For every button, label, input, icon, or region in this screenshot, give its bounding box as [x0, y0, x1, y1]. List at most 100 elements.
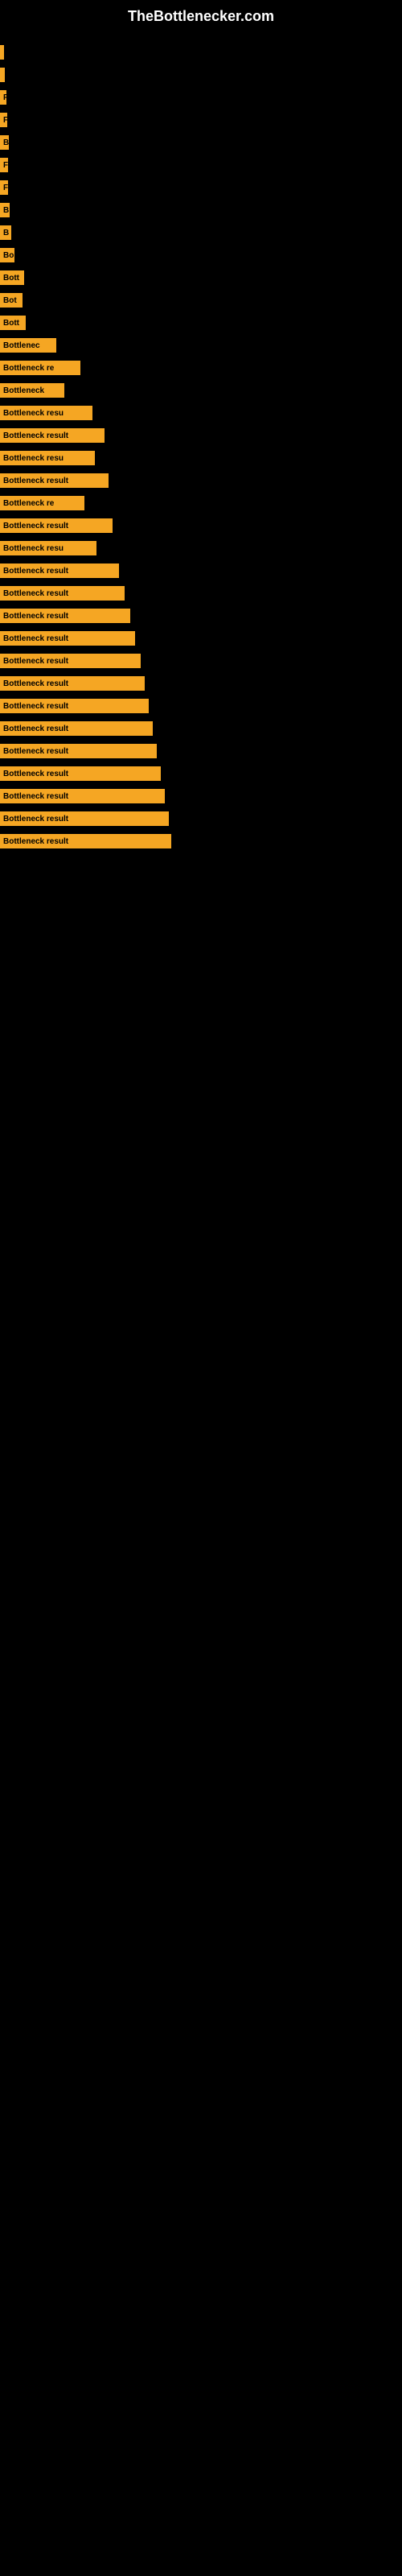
bar-fill: Bottleneck result — [0, 518, 113, 533]
bar-fill: Bott — [0, 316, 26, 330]
bar-fill: Bottleneck result — [0, 473, 109, 488]
bar-fill: Bottleneck — [0, 383, 64, 398]
bar-label: Bottleneck result — [3, 837, 68, 846]
bar-fill: Bottleneck re — [0, 496, 84, 510]
bar-label: Bottleneck re — [3, 364, 54, 373]
bar-row: B — [0, 134, 402, 151]
bar-fill: Bottleneck result — [0, 609, 130, 623]
bar-row: Bott — [0, 269, 402, 287]
bar-row: B — [0, 224, 402, 242]
bar-fill: Bottleneck result — [0, 811, 169, 826]
bar-fill — [0, 45, 4, 60]
bar-label: Bottlenec — [3, 341, 40, 350]
bar-fill: Bottleneck result — [0, 834, 171, 848]
bar-fill: Bottleneck result — [0, 766, 161, 781]
bar-label: Bottleneck — [3, 386, 44, 395]
bar-row — [0, 66, 402, 84]
bar-fill: Bottleneck re — [0, 361, 80, 375]
bar-row: Bottleneck resu — [0, 539, 402, 557]
bar-label: Bottleneck result — [3, 522, 68, 530]
bar-label: F — [3, 161, 8, 170]
bar-row: Bottleneck result — [0, 810, 402, 828]
bar-fill: Bottleneck result — [0, 744, 157, 758]
bar-fill: Bottleneck result — [0, 789, 165, 803]
bar-label: B — [3, 206, 9, 215]
bar-label: Bottleneck result — [3, 477, 68, 485]
bar-label: Bottleneck result — [3, 702, 68, 711]
bar-label: Bottleneck resu — [3, 409, 64, 418]
bar-fill: Bottleneck result — [0, 721, 153, 736]
bar-row: Bottleneck — [0, 382, 402, 399]
bar-row: Bottleneck result — [0, 652, 402, 670]
bar-row: Bottleneck re — [0, 494, 402, 512]
bar-label: Bottleneck result — [3, 724, 68, 733]
bar-label: Bo — [3, 251, 14, 260]
bar-fill: F — [0, 113, 7, 127]
bar-fill: Bott — [0, 270, 24, 285]
bar-fill: F — [0, 180, 8, 195]
bar-fill: B — [0, 203, 10, 217]
bar-row: Bottleneck result — [0, 697, 402, 715]
bar-label: Bottleneck result — [3, 679, 68, 688]
bar-row: Bottleneck result — [0, 630, 402, 647]
bar-row: F — [0, 89, 402, 106]
bar-label: Bottleneck re — [3, 499, 54, 508]
bar-row: Bottleneck resu — [0, 449, 402, 467]
bar-fill: Bottleneck result — [0, 586, 125, 601]
bar-label: Bottleneck result — [3, 747, 68, 756]
bar-fill: B — [0, 225, 11, 240]
bar-label: F — [3, 184, 8, 192]
bar-label: Bott — [3, 274, 19, 283]
bar-row: F — [0, 156, 402, 174]
bar-label: F — [3, 93, 6, 102]
bar-fill: Bottleneck resu — [0, 451, 95, 465]
bar-row — [0, 43, 402, 61]
bar-row: Bottleneck result — [0, 765, 402, 782]
bar-fill: Bo — [0, 248, 14, 262]
bar-row: Bottleneck result — [0, 562, 402, 580]
bar-row: B — [0, 201, 402, 219]
bar-fill: Bottleneck result — [0, 631, 135, 646]
bar-label: B — [3, 138, 9, 147]
bar-fill: Bottleneck result — [0, 428, 105, 443]
bar-fill: B — [0, 135, 9, 150]
bar-label: Bottleneck result — [3, 634, 68, 643]
bar-label: Bott — [3, 319, 19, 328]
bar-fill: F — [0, 90, 6, 105]
bar-fill: Bottlenec — [0, 338, 56, 353]
bar-row: Bot — [0, 291, 402, 309]
bar-row: Bottleneck result — [0, 832, 402, 850]
bar-row: Bottleneck resu — [0, 404, 402, 422]
bar-chart: F F B F F B B Bo Bott Bot Bott Bottlenec Bottleneck … — [0, 29, 402, 852]
bar-label: Bottleneck result — [3, 815, 68, 824]
bar-fill: Bottleneck resu — [0, 541, 96, 555]
bar-row: Bottleneck result — [0, 584, 402, 602]
bar-label: Bottleneck result — [3, 657, 68, 666]
bar-row: Bottleneck result — [0, 742, 402, 760]
bar-label: Bottleneck result — [3, 431, 68, 440]
bar-row: Bottleneck result — [0, 675, 402, 692]
bar-row: Bottleneck result — [0, 607, 402, 625]
bar-fill — [0, 68, 5, 82]
bar-label: F — [3, 116, 7, 125]
bar-fill: Bottleneck result — [0, 564, 119, 578]
bar-label: Bottleneck result — [3, 612, 68, 621]
bar-label: Bottleneck result — [3, 770, 68, 778]
bar-fill: Bottleneck result — [0, 699, 149, 713]
bar-row: Bottleneck result — [0, 472, 402, 489]
bar-row: Bo — [0, 246, 402, 264]
bar-row: F — [0, 179, 402, 196]
bar-label: Bot — [3, 296, 17, 305]
bar-fill: F — [0, 158, 8, 172]
bar-row: Bottleneck re — [0, 359, 402, 377]
bar-row: Bottleneck result — [0, 787, 402, 805]
bar-label: Bottleneck result — [3, 792, 68, 801]
bar-label: Bottleneck resu — [3, 454, 64, 463]
bar-fill: Bottleneck result — [0, 654, 141, 668]
site-title: TheBottlenecker.com — [0, 0, 402, 29]
bar-row: Bottleneck result — [0, 427, 402, 444]
bar-fill: Bot — [0, 293, 23, 308]
bar-row: Bott — [0, 314, 402, 332]
bar-row: Bottleneck result — [0, 517, 402, 535]
bar-label: B — [3, 229, 9, 237]
